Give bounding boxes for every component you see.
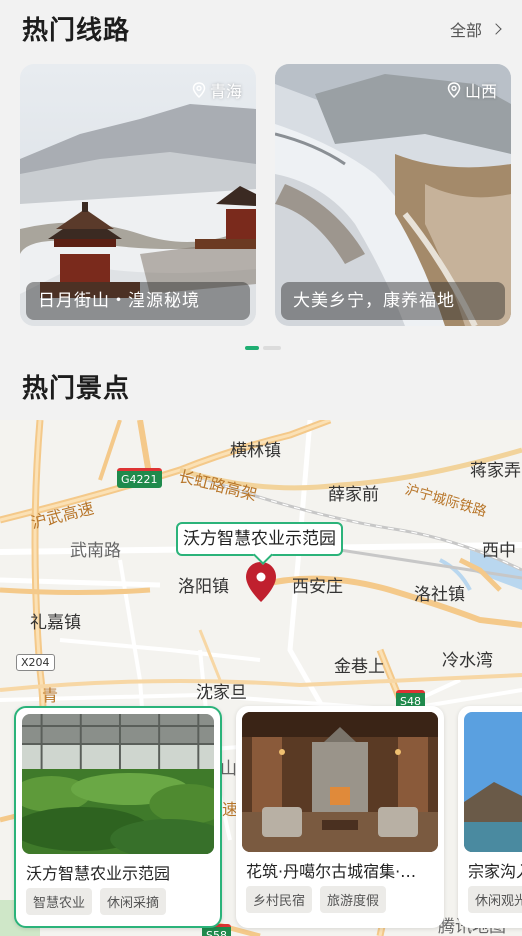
map-label: 冷水湾 — [442, 651, 493, 671]
hot-routes-header: 热门线路 全部 — [22, 10, 502, 47]
map-label: 西安庄 — [292, 577, 343, 597]
map-label: 洛社镇 — [414, 585, 465, 605]
map-label: 青 — [42, 686, 59, 705]
map-label: 武南路 — [70, 541, 121, 561]
valley-image — [464, 712, 522, 852]
spot-tag: 乡村民宿 — [246, 886, 313, 913]
hot-spots-header: 热门景点 — [22, 368, 500, 405]
map-label: 横林镇 — [230, 441, 281, 461]
spot-card-zongjia[interactable]: 宗家沟入 休闲观光 — [458, 706, 522, 928]
page: 热门线路 全部 青海 日月街山・湟源秘境 山西 大美乡宁，康养福地 热门景点 横… — [0, 0, 522, 936]
spot-card-huazhu[interactable]: 花筑·丹噶尔古城宿集·… 乡村民宿 旅游度假 — [236, 706, 444, 928]
location-name: 山西 — [464, 82, 497, 101]
location-name: 青海 — [209, 82, 242, 101]
location-pin-icon — [447, 82, 461, 98]
carousel-dot[interactable] — [263, 346, 281, 350]
chevron-right-icon — [490, 22, 502, 35]
view-all-link[interactable]: 全部 — [449, 17, 502, 41]
map-label: 薛家前 — [328, 485, 379, 505]
road-badge: X204 — [16, 654, 55, 671]
spot-card-wofang[interactable]: 沃方智慧农业示范园 智慧农业 休闲采摘 — [14, 706, 222, 928]
view-all-label: 全部 — [449, 20, 482, 40]
spot-tags: 乡村民宿 旅游度假 — [246, 886, 387, 913]
route-caption: 日月街山・湟源秘境 — [26, 282, 250, 320]
route-card-qinghai[interactable]: 青海 日月街山・湟源秘境 — [20, 64, 256, 326]
carousel-indicator — [245, 346, 281, 350]
map-marker-callout[interactable]: 沃方智慧农业示范园 — [176, 522, 343, 556]
spot-name: 宗家沟入 — [468, 862, 522, 881]
location-tag: 青海 — [192, 78, 242, 102]
spot-image — [464, 712, 522, 852]
spot-tag: 智慧农业 — [26, 888, 93, 915]
map-label: 沈家旦 — [196, 683, 247, 703]
highway-badge: G4221 — [117, 468, 162, 488]
location-pin-icon — [192, 82, 206, 98]
spot-tag: 旅游度假 — [320, 886, 387, 913]
carousel-dot-active[interactable] — [245, 346, 259, 350]
map-label: 礼嘉镇 — [30, 613, 81, 633]
hot-routes-title: 热门线路 — [22, 16, 131, 46]
map-label: 蒋家弄 — [470, 461, 521, 481]
spot-name: 沃方智慧农业示范园 — [26, 864, 171, 883]
spot-tags: 智慧农业 休闲采摘 — [26, 888, 167, 915]
lodge-interior-image — [242, 712, 438, 852]
location-tag: 山西 — [447, 78, 497, 102]
spot-image — [22, 714, 214, 854]
spot-tags: 休闲观光 — [468, 886, 522, 913]
hot-spots-title: 热门景点 — [22, 374, 131, 404]
route-caption: 大美乡宁，康养福地 — [281, 282, 505, 320]
greenhouse-image — [22, 714, 214, 854]
spot-tag: 休闲观光 — [468, 886, 522, 913]
route-card-shanxi[interactable]: 山西 大美乡宁，康养福地 — [275, 64, 511, 326]
spot-name: 花筑·丹噶尔古城宿集·… — [246, 862, 417, 881]
map-label: 金巷上 — [334, 657, 385, 677]
map-label: 山 — [220, 759, 237, 779]
map-label: 洛阳镇 — [178, 577, 229, 597]
spot-image — [242, 712, 438, 852]
spot-tag: 休闲采摘 — [100, 888, 167, 915]
map-label: 西中 — [482, 541, 516, 561]
